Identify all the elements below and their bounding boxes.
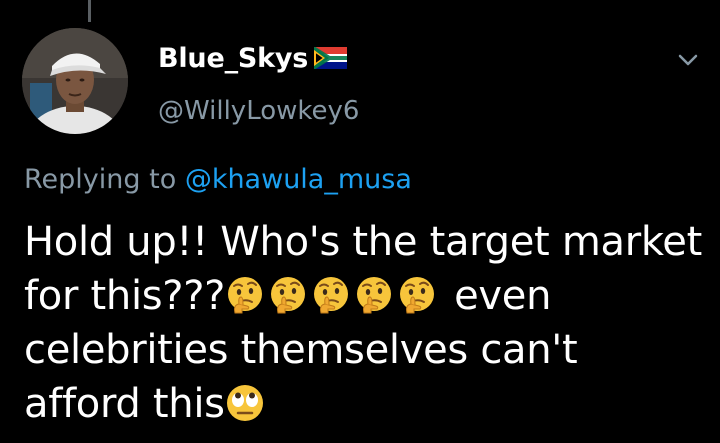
- tweet-text: Hold up!! Who's the target market for th…: [24, 215, 704, 431]
- reply-prefix: Replying to: [24, 164, 177, 195]
- tweet-line-2-end: even: [454, 273, 552, 319]
- display-name-row[interactable]: Blue_Skys: [158, 38, 348, 78]
- tweet-line-2: for this??? even: [24, 269, 704, 323]
- thinking-face-icon: [225, 275, 265, 315]
- chevron-down-icon[interactable]: [674, 48, 702, 72]
- thinking-face-icon: [268, 275, 308, 315]
- tweet-line-3: celebrities themselves can't: [24, 327, 578, 373]
- thinking-face-icon: [311, 275, 351, 315]
- reply-context: Replying to @khawula_musa: [24, 164, 412, 195]
- south-africa-flag-icon: [314, 46, 348, 70]
- thinking-face-icon: [354, 275, 394, 315]
- user-handle[interactable]: @WillyLowkey6: [158, 96, 359, 126]
- tweet-line-2-start: for this???: [24, 273, 226, 319]
- tweet-line-4-text: afford this: [24, 381, 225, 427]
- tweet-line-4: afford this: [24, 377, 704, 431]
- display-name[interactable]: Blue_Skys: [158, 43, 308, 74]
- tweet-line-1: Hold up!! Who's the target market: [24, 219, 702, 265]
- face-with-rolling-eyes-icon: [225, 383, 265, 423]
- reply-mention-link[interactable]: @khawula_musa: [185, 164, 412, 195]
- thinking-emoji-group: [225, 269, 440, 323]
- thread-connector-line: [88, 0, 91, 22]
- avatar[interactable]: [22, 28, 128, 134]
- thinking-face-icon: [397, 275, 437, 315]
